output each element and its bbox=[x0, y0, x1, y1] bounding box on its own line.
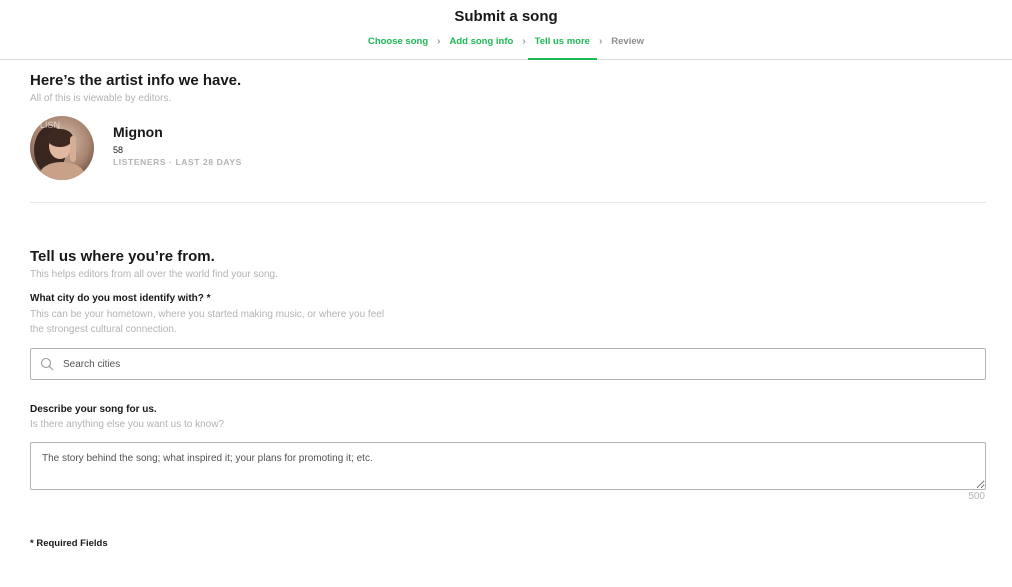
character-counter: 500 bbox=[968, 491, 985, 502]
artist-section-subtitle: All of this is viewable by editors. bbox=[30, 93, 172, 104]
step-review: Review bbox=[611, 36, 645, 47]
stepper: Choose song › Add song info › Tell us mo… bbox=[0, 36, 1012, 60]
city-field-help: This can be your hometown, where you sta… bbox=[30, 309, 385, 335]
section-divider bbox=[30, 202, 986, 203]
chevron-right-icon: › bbox=[598, 36, 603, 47]
chevron-right-icon: › bbox=[437, 36, 441, 47]
chevron-right-icon: › bbox=[522, 36, 526, 47]
artist-name: Mignon bbox=[113, 124, 163, 140]
page-header: Submit a song Choose song › Add song inf… bbox=[0, 0, 1012, 60]
page-title: Submit a song bbox=[454, 8, 558, 25]
listener-count-label: LISTENERS · LAST 28 DAYS bbox=[113, 157, 242, 167]
step-add-song-info[interactable]: Add song info bbox=[447, 36, 515, 60]
listener-count: 58 bbox=[113, 145, 124, 155]
step-choose-song[interactable]: Choose song bbox=[366, 36, 430, 60]
city-search-input[interactable] bbox=[63, 349, 973, 379]
city-search-box[interactable] bbox=[30, 348, 986, 380]
song-description-textarea[interactable] bbox=[30, 442, 986, 490]
artist-section-title: Here’s the artist info we have. bbox=[30, 72, 242, 89]
artist-avatar: LISN bbox=[30, 116, 94, 180]
svg-text:LISN: LISN bbox=[40, 120, 60, 130]
step-tell-us-more[interactable]: Tell us more bbox=[527, 36, 598, 60]
artist-avatar-photo: LISN bbox=[30, 116, 94, 180]
location-section-subtitle: This helps editors from all over the wor… bbox=[30, 269, 278, 280]
description-field-label: Describe your song for us. bbox=[30, 404, 157, 415]
city-field-label: What city do you most identify with? * bbox=[30, 293, 211, 304]
search-icon bbox=[40, 357, 54, 371]
description-field-help: Is there anything else you want us to kn… bbox=[30, 419, 225, 430]
required-fields-note: * Required Fields bbox=[30, 538, 108, 549]
location-section-title: Tell us where you’re from. bbox=[30, 248, 215, 265]
